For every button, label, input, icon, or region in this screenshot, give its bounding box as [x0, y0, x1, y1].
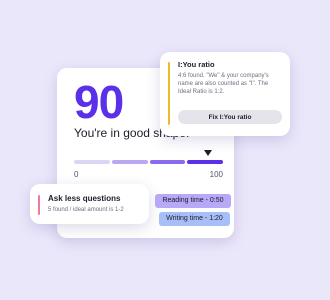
fix-ratio-button[interactable]: Fix I:You ratio: [178, 110, 282, 124]
questions-subtitle: 5 found / ideal amount is 1-2: [48, 207, 124, 213]
gauge-segment: [74, 160, 110, 164]
gauge-segment: [111, 160, 148, 164]
questions-accent-bar: [38, 195, 40, 215]
ratio-suggestion-card: I:You ratio 4:6 found. "We" & your compa…: [160, 52, 290, 136]
ratio-title: I:You ratio: [178, 60, 215, 69]
questions-suggestion-card[interactable]: Ask less questions 5 found / ideal amoun…: [30, 184, 149, 224]
writing-time-badge: Writing time - 1:20: [159, 212, 230, 226]
reading-time-badge: Reading time - 0:50: [155, 194, 231, 208]
gauge-segment: [149, 160, 186, 164]
ratio-accent-bar: [168, 62, 170, 125]
score-value: 90: [74, 76, 124, 128]
gauge-min-label: 0: [74, 170, 79, 179]
score-gauge: [74, 160, 223, 164]
gauge-max-label: 100: [209, 170, 223, 179]
ratio-description: 4:6 found. "We" & your company's name ar…: [178, 73, 269, 95]
gauge-segment: [187, 160, 223, 164]
questions-title: Ask less questions: [48, 194, 121, 203]
gauge-marker-icon: [204, 150, 213, 156]
